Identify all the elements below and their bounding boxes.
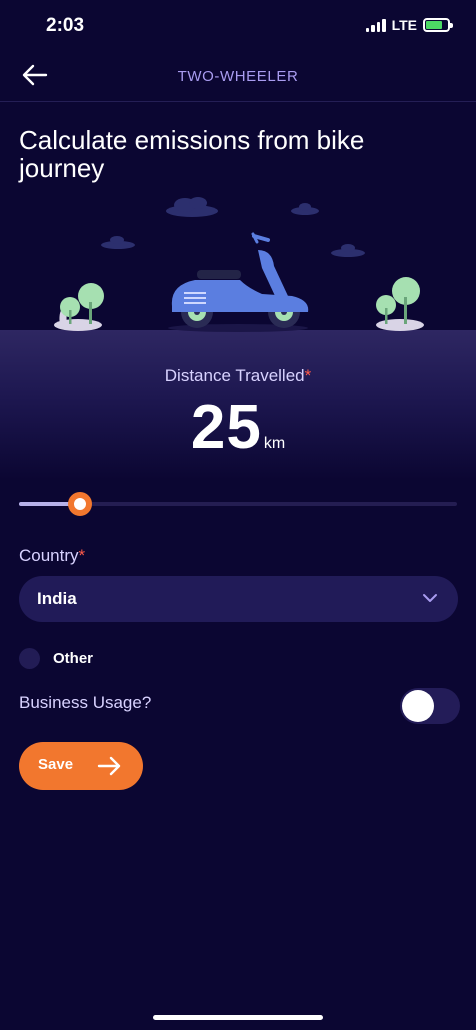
status-time: 2:03 bbox=[46, 15, 85, 36]
business-usage-label: Business Usage? bbox=[19, 693, 152, 712]
slider-thumb[interactable] bbox=[68, 492, 93, 516]
save-button[interactable]: Save bbox=[19, 742, 143, 790]
country-label-text: Country bbox=[19, 546, 79, 565]
other-label: Other bbox=[53, 650, 94, 667]
country-label: Country* bbox=[19, 546, 85, 566]
scooter-icon bbox=[168, 232, 309, 332]
battery-icon bbox=[423, 18, 453, 32]
toggle-knob bbox=[402, 690, 434, 722]
cloud-icon bbox=[101, 197, 365, 257]
country-dropdown[interactable]: India bbox=[19, 576, 458, 622]
signal-icon bbox=[365, 18, 386, 32]
network-label: LTE bbox=[391, 17, 417, 33]
distance-label-text: Distance Travelled bbox=[164, 366, 305, 385]
other-radio[interactable] bbox=[19, 648, 40, 669]
country-selected-value: India bbox=[37, 589, 77, 608]
status-bar: 2:03 LTE bbox=[0, 0, 476, 52]
distance-slider[interactable] bbox=[19, 492, 457, 516]
header-title: TWO-WHEELER bbox=[177, 68, 299, 85]
distance-value: 25 bbox=[190, 393, 262, 462]
nav-header: TWO-WHEELER bbox=[0, 52, 476, 102]
arrow-right-icon bbox=[97, 756, 121, 776]
business-usage-toggle[interactable] bbox=[400, 688, 460, 724]
status-indicators: LTE bbox=[365, 17, 453, 33]
tree-icon bbox=[376, 277, 424, 331]
other-option[interactable]: Other bbox=[19, 648, 93, 669]
distance-unit: km bbox=[263, 435, 286, 452]
page-title: Calculate emissions from bike journey bbox=[19, 125, 365, 183]
distance-label: Distance Travelled* bbox=[0, 366, 476, 386]
chevron-down-icon bbox=[423, 594, 437, 602]
required-mark: * bbox=[78, 546, 86, 565]
tree-icon bbox=[54, 283, 104, 331]
required-mark: * bbox=[304, 366, 312, 385]
save-label: Save bbox=[38, 756, 74, 773]
home-indicator bbox=[153, 1015, 323, 1020]
distance-readout: 25 km bbox=[0, 392, 476, 463]
scooter-illustration bbox=[54, 197, 424, 332]
